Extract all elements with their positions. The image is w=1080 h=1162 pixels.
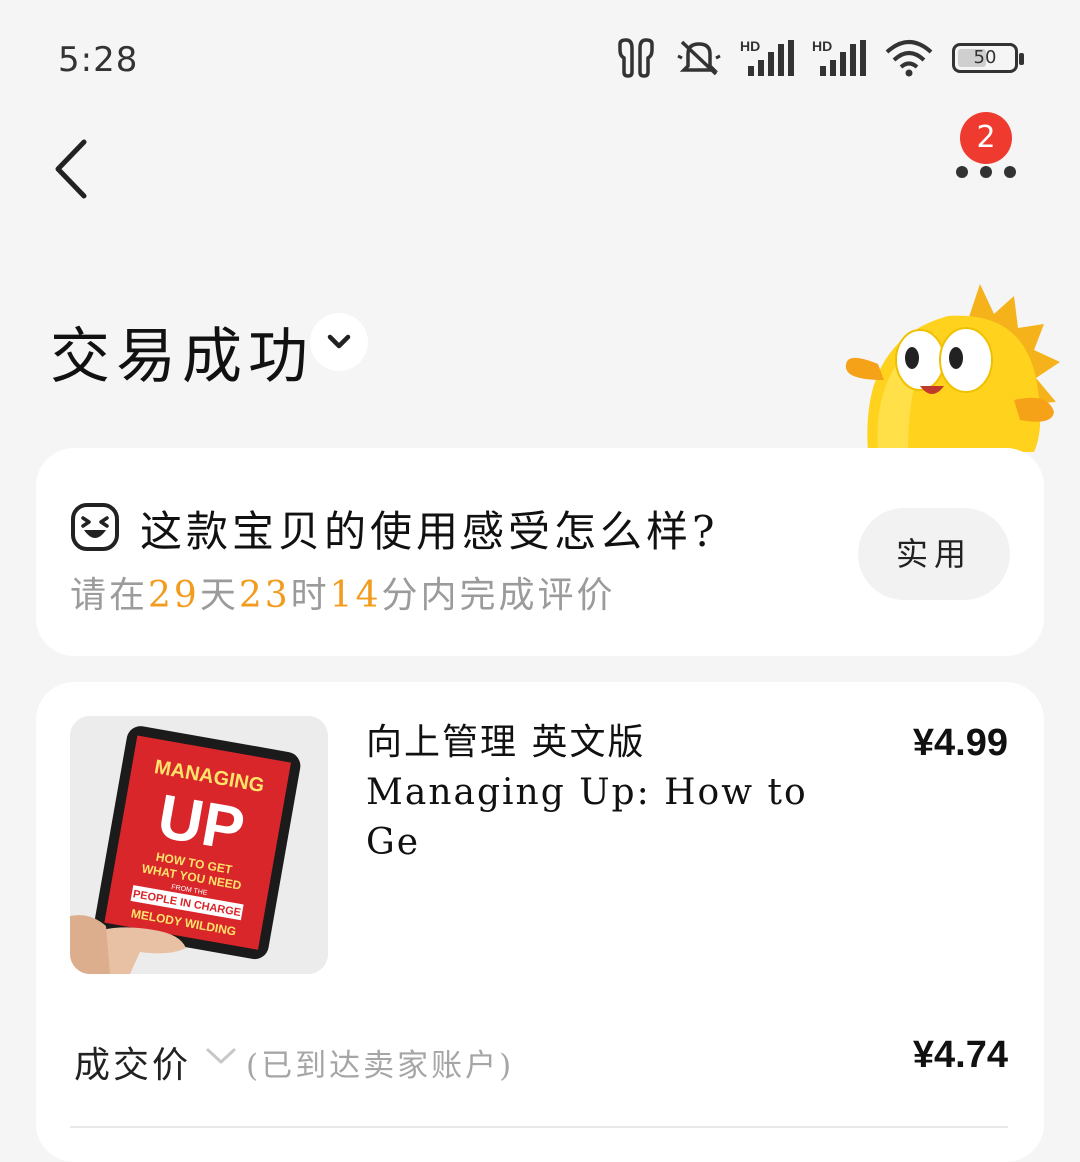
- laughing-face-icon: [71, 503, 119, 551]
- divider: [70, 1126, 1008, 1128]
- more-button[interactable]: 2: [948, 110, 1030, 190]
- battery-level: 50: [973, 47, 997, 68]
- deadline-minutes: 14: [329, 575, 382, 616]
- status-bar: 5:28 HD HD 50: [0, 0, 1080, 120]
- product-price: ¥4.99: [912, 722, 1008, 764]
- svg-text:HD: HD: [812, 38, 832, 54]
- product-card: MANAGING UP HOW TO GET WHAT YOU NEED FRO…: [36, 682, 1044, 1162]
- status-icons: HD HD 50: [614, 38, 1024, 78]
- signal-icon: HD: [812, 38, 866, 76]
- battery-icon: 50: [952, 43, 1024, 73]
- deadline-days: 29: [148, 575, 200, 616]
- earbuds-icon: [618, 38, 654, 78]
- notification-badge: 2: [960, 112, 1012, 164]
- review-question: 这款宝贝的使用感受怎么样?: [140, 507, 719, 556]
- product-image[interactable]: MANAGING UP HOW TO GET WHAT YOU NEED FRO…: [70, 716, 328, 974]
- review-prompt-card[interactable]: 这款宝贝的使用感受怎么样? 请在29天23时14分内完成评价 实用: [36, 448, 1044, 656]
- more-icon: [956, 166, 1016, 178]
- mascot-illustration: [838, 280, 1068, 452]
- chevron-down-icon[interactable]: [204, 1044, 238, 1068]
- status-time: 5:28: [58, 40, 139, 80]
- product-title[interactable]: 向上管理 英文版Managing Up: How to Ge: [366, 718, 826, 868]
- back-arrow-icon: [55, 139, 87, 199]
- deadline-hours: 23: [238, 575, 291, 616]
- svg-text:HD: HD: [740, 38, 760, 54]
- useful-rating-button[interactable]: 实用: [858, 508, 1010, 600]
- order-status-title: 交易成功: [50, 322, 314, 392]
- deal-price-label: 成交价: [74, 1045, 192, 1086]
- review-deadline: 请在29天23时14分内完成评价: [70, 575, 616, 616]
- deal-price-note: (已到达卖家账户): [246, 1048, 515, 1084]
- chevron-down-icon: [327, 334, 351, 349]
- back-button[interactable]: [48, 134, 108, 204]
- deal-price-value: ¥4.74: [912, 1034, 1008, 1076]
- status-toggle-button[interactable]: [310, 313, 368, 371]
- wifi-icon: [885, 40, 933, 77]
- signal-icon: HD: [740, 38, 794, 76]
- mute-icon: [677, 40, 721, 76]
